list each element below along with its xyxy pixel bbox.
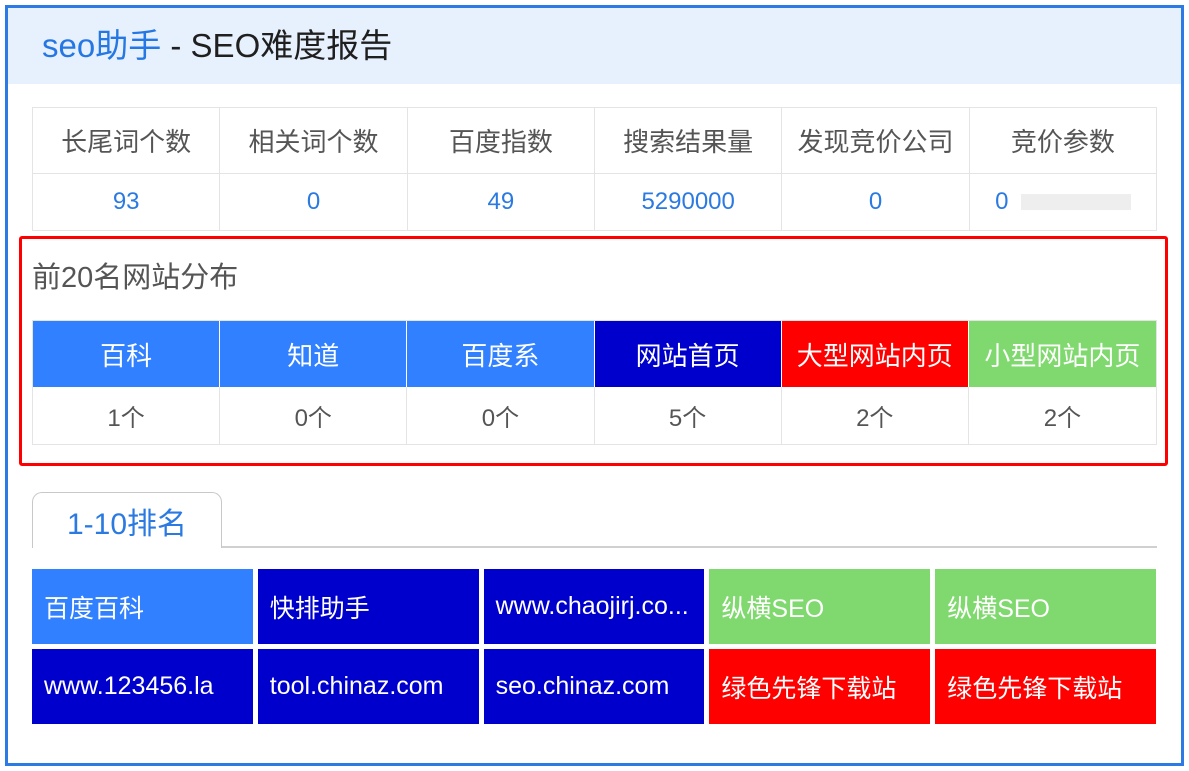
ranking-item[interactable]: 百度百科 xyxy=(32,569,253,644)
dist-label-small-site-inner: 小型网站内页 xyxy=(968,321,1156,387)
dist-count-baike: 1个 xyxy=(33,387,221,444)
ranking-item[interactable]: 纵横SEO xyxy=(935,569,1156,644)
dist-label-homepage: 网站首页 xyxy=(594,321,782,387)
dist-label-zhidao: 知道 xyxy=(220,321,408,387)
report-title: SEO难度报告 xyxy=(190,27,393,64)
ranking-item[interactable]: 绿色先锋下载站 xyxy=(935,649,1156,724)
stat-label-related-keywords: 相关词个数 xyxy=(220,108,408,174)
stat-label-bidding-companies: 发现竞价公司 xyxy=(782,108,970,174)
report-window: seo助手 - SEO难度报告 长尾词个数 相关词个数 百度指数 搜索结果量 发… xyxy=(5,5,1184,766)
dist-count-zhidao: 0个 xyxy=(220,387,408,444)
distribution-table: 百科 知道 百度系 网站首页 大型网站内页 小型网站内页 1个 0个 0个 5个… xyxy=(32,320,1157,445)
stat-value-bidding-companies: 0 xyxy=(782,174,970,231)
stat-value-related-keywords: 0 xyxy=(220,174,408,231)
ranking-item[interactable]: www.123456.la xyxy=(32,649,253,724)
dist-count-homepage: 5个 xyxy=(595,387,782,444)
title-separator: - xyxy=(161,27,191,64)
ranking-item[interactable]: tool.chinaz.com xyxy=(257,649,479,724)
header-bar: seo助手 - SEO难度报告 xyxy=(8,8,1181,84)
dist-count-large-site-inner: 2个 xyxy=(782,387,969,444)
stat-label-baidu-index: 百度指数 xyxy=(407,108,595,174)
stat-value-search-results: 5290000 xyxy=(594,174,783,231)
stat-value-bid-params: 0 xyxy=(995,188,1009,215)
stat-label-bid-params: 竞价参数 xyxy=(969,108,1157,174)
bid-params-bar xyxy=(1020,194,1131,210)
ranking-item[interactable]: seo.chinaz.com xyxy=(483,649,705,724)
ranking-item[interactable]: www.chaojirj.co... xyxy=(483,569,705,644)
ranking-item[interactable]: 纵横SEO xyxy=(709,569,931,644)
brand-name: seo助手 xyxy=(42,27,162,64)
stat-label-search-results: 搜索结果量 xyxy=(594,108,783,174)
stat-value-long-tail-keywords: 93 xyxy=(33,174,221,231)
stats-table: 长尾词个数 相关词个数 百度指数 搜索结果量 发现竞价公司 竞价参数 93 0 … xyxy=(32,107,1157,231)
ranking-item[interactable]: 绿色先锋下载站 xyxy=(709,649,931,724)
distribution-title: 前20名网站分布 xyxy=(32,262,239,294)
dist-count-baidu-family: 0个 xyxy=(407,387,595,444)
stat-label-long-tail-keywords: 长尾词个数 xyxy=(33,108,221,174)
tab-rank-1-10[interactable]: 1-10排名 xyxy=(32,492,222,548)
dist-label-large-site-inner: 大型网站内页 xyxy=(781,321,969,387)
stat-value-baidu-index: 49 xyxy=(407,174,595,231)
dist-label-baike: 百科 xyxy=(33,321,221,387)
ranking-item[interactable]: 快排助手 xyxy=(257,569,479,644)
distribution-highlight-box: 前20名网站分布 百科 知道 百度系 网站首页 大型网站内页 小型网站内页 1个… xyxy=(19,236,1168,466)
dist-label-baidu-family: 百度系 xyxy=(407,321,595,387)
page-title: seo助手 - SEO难度报告 xyxy=(42,8,392,84)
dist-count-small-site-inner: 2个 xyxy=(1043,405,1082,432)
rankings-grid: 百度百科 快排助手 www.chaojirj.co... 纵横SEO 纵横SEO… xyxy=(32,569,1156,724)
stat-value-bid-params-cell: 0 xyxy=(969,174,1157,231)
